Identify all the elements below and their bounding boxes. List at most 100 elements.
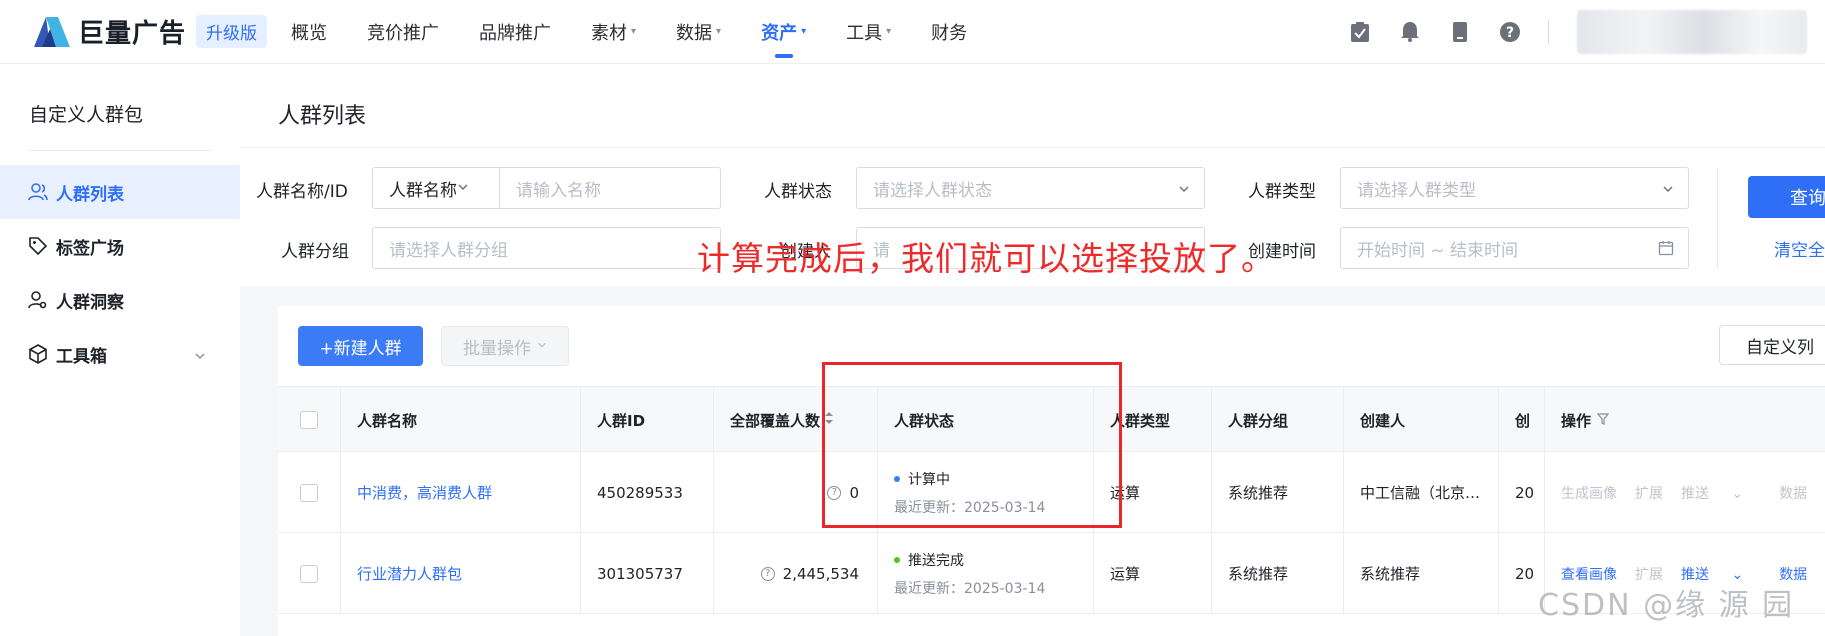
created-cell: 20	[1499, 452, 1545, 533]
nav-item-brand[interactable]: 品牌推广	[479, 0, 551, 64]
col-header-id: 人群ID	[581, 387, 714, 453]
chevron-down-icon	[537, 340, 547, 353]
caret-down-icon: ▾	[801, 26, 807, 37]
row-select-cell	[278, 533, 341, 614]
help-icon[interactable]: ?	[1498, 20, 1522, 44]
query-button[interactable]: 查询	[1748, 176, 1825, 218]
group-select[interactable]: 请选择人群分组	[372, 227, 721, 269]
chevron-down-icon: ⌄	[1727, 485, 1744, 502]
row-checkbox[interactable]	[300, 564, 318, 583]
nav-label: 财务	[931, 22, 968, 44]
page-title: 人群列表	[278, 104, 367, 129]
generate-portrait-action[interactable]: 生成画像	[1561, 483, 1617, 503]
coverage-cell: ? 2,445,534	[714, 533, 878, 614]
filter-status-label: 人群状态	[764, 182, 832, 202]
brand-logo[interactable]: 巨量广告 升级版	[32, 13, 268, 50]
tutorial-annotation: 计算完成后，我们就可以选择投放了。	[697, 239, 1275, 278]
audience-name-link[interactable]: 中消费，高消费人群	[341, 452, 581, 533]
svg-text:?: ?	[1506, 25, 1514, 41]
header-divider	[1548, 20, 1549, 44]
sidebar-item-audience-insight[interactable]: 人群洞察	[0, 273, 240, 327]
batch-operation-label: 批量操作	[463, 338, 531, 359]
bell-icon[interactable]	[1398, 20, 1422, 44]
clear-all-link[interactable]: 清空全	[1774, 236, 1825, 261]
batch-operation-button[interactable]: 批量操作	[441, 326, 569, 366]
question-icon[interactable]: ?	[760, 566, 775, 581]
nav-label: 工具	[846, 22, 883, 44]
sidebar-item-toolbox[interactable]: 工具箱	[0, 327, 240, 381]
calendar-icon	[1658, 240, 1674, 261]
status-select[interactable]: 请选择人群状态	[856, 167, 1205, 209]
status-cell: 推送完成 最近更新：2025-03-14	[878, 533, 1094, 614]
data-action[interactable]: 数据	[1779, 483, 1807, 503]
audience-id: 450289533	[581, 452, 714, 533]
top-nav: 巨量广告 升级版 概览 竞价推广 品牌推广 素材 ▾ 数据 ▾ 资产 ▾ 工具 ▾ 财务…	[0, 0, 1825, 64]
chevron-down-icon	[1662, 180, 1674, 200]
nav-label: 品牌推广	[479, 22, 552, 44]
nav-item-material[interactable]: 素材 ▾	[591, 0, 636, 64]
type-select[interactable]: 请选择人群类型	[1340, 167, 1689, 209]
nav-item-tools[interactable]: 工具 ▾	[846, 0, 891, 64]
nav-item-finance[interactable]: 财务	[931, 0, 967, 64]
filter-icon[interactable]	[1596, 411, 1610, 429]
nav-label: 概览	[291, 22, 328, 44]
push-action[interactable]: 推送 ⌄	[1681, 483, 1761, 503]
sidebar-item-label: 人群洞察	[56, 292, 124, 313]
sidebar-title: 自定义人群包	[29, 104, 144, 126]
main-nav: 概览 竞价推广 品牌推广 素材 ▾ 数据 ▾ 资产 ▾ 工具 ▾ 财务	[291, 0, 1007, 64]
filter-type-label: 人群类型	[1248, 182, 1316, 202]
sidebar-item-label: 标签广场	[56, 238, 124, 259]
brand-name: 巨量广告	[78, 19, 187, 49]
sidebar: 自定义人群包 人群列表 标签广场 人群洞察 工具箱	[0, 64, 240, 636]
sidebar-item-label: 工具箱	[56, 346, 107, 367]
status-select-placeholder: 请选择人群状态	[873, 180, 992, 201]
new-audience-button[interactable]: +新建人群	[298, 326, 423, 366]
filter-group-label: 人群分组	[281, 242, 349, 262]
row-checkbox[interactable]	[300, 483, 318, 502]
upgrade-badge: 升级版	[196, 15, 268, 48]
page-header: 人群列表	[240, 64, 1825, 148]
nav-item-bidding[interactable]: 竞价推广	[367, 0, 439, 64]
sidebar-item-audience-list[interactable]: 人群列表	[0, 165, 240, 219]
logo-mark-icon	[32, 15, 72, 49]
cube-icon	[28, 344, 48, 364]
col-header-ops: 操作	[1545, 387, 1825, 453]
audience-name-link[interactable]: 行业潜力人群包	[341, 533, 581, 614]
caret-down-icon: ▾	[716, 26, 722, 37]
nav-label: 资产	[761, 22, 798, 44]
select-all-cell	[278, 387, 341, 453]
push-action-label: 推送	[1681, 485, 1709, 502]
tag-icon	[28, 236, 48, 256]
creator-cell: 中工信融（北京…	[1344, 452, 1499, 533]
name-type-select[interactable]: 人群名称	[372, 167, 500, 209]
group-select-placeholder: 请选择人群分组	[389, 240, 508, 261]
coverage-value: 2,445,534	[782, 564, 859, 583]
sidebar-item-label: 人群列表	[56, 184, 124, 205]
nav-item-data[interactable]: 数据 ▾	[676, 0, 721, 64]
audience-id: 301305737	[581, 533, 714, 614]
date-range-placeholder: 开始时间 ~ 结束时间	[1357, 240, 1519, 261]
group-cell: 系统推荐	[1212, 452, 1344, 533]
nav-item-overview[interactable]: 概览	[291, 0, 327, 64]
col-header-created: 创	[1499, 387, 1545, 453]
user-avatar-blurred[interactable]	[1577, 10, 1807, 54]
highlight-box	[822, 362, 1122, 528]
col-header-name: 人群名称	[341, 387, 581, 453]
nav-label: 素材	[591, 22, 628, 44]
name-input[interactable]: 请输入名称	[499, 167, 721, 209]
watermark: CSDN @缘 源 园	[1538, 588, 1795, 623]
caret-down-icon: ▾	[631, 26, 637, 37]
custom-columns-button[interactable]: 自定义列	[1719, 325, 1825, 365]
chevron-down-icon	[1178, 180, 1190, 200]
chevron-down-icon[interactable]	[194, 347, 206, 367]
phone-icon[interactable]	[1448, 20, 1472, 44]
nav-item-assets[interactable]: 资产 ▾	[761, 0, 806, 64]
date-range-picker[interactable]: 开始时间 ~ 结束时间	[1340, 227, 1689, 269]
name-input-placeholder: 请输入名称	[516, 180, 601, 201]
creator-cell: 系统推荐	[1344, 533, 1499, 614]
select-all-checkbox[interactable]	[300, 411, 318, 429]
sidebar-item-tag-square[interactable]: 标签广场	[0, 219, 240, 273]
clipboard-check-icon[interactable]	[1348, 20, 1372, 44]
users-icon	[28, 182, 48, 202]
extend-action[interactable]: 扩展	[1635, 483, 1663, 503]
